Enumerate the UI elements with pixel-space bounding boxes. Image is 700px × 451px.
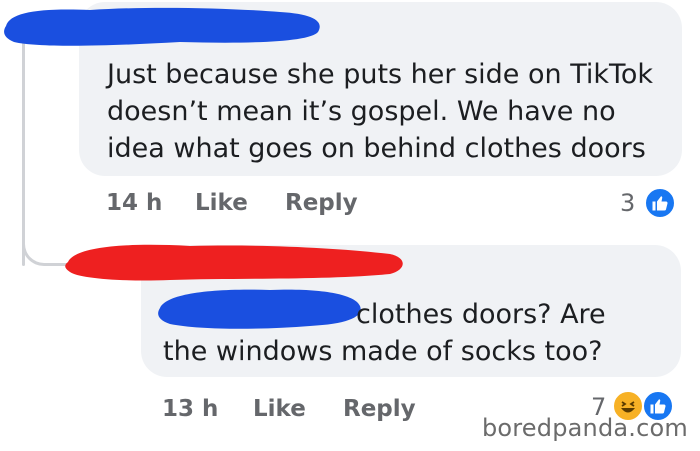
like-icon (644, 187, 676, 219)
comment-text: Just because she puts her side on TikTok… (107, 56, 653, 167)
like-button[interactable]: Like (253, 396, 306, 422)
reply-timestamp[interactable]: 13 h (162, 396, 218, 422)
comment-text-line: doesn’t mean it’s gospel. We have no (107, 96, 616, 127)
reply-button[interactable]: Reply (285, 190, 358, 216)
reaction-count[interactable]: 3 (620, 189, 635, 217)
comment-timestamp[interactable]: 14 h (106, 190, 162, 216)
thread-line (22, 30, 25, 266)
comment-text-line: Just because she puts her side on TikTok (107, 59, 654, 90)
watermark: boredpanda.com (481, 414, 688, 442)
comment-text-line: idea what goes on behind clothes doors (107, 133, 646, 164)
reply-text-line: the windows made of socks too? (163, 336, 603, 367)
reply-button[interactable]: Reply (343, 396, 416, 422)
like-button[interactable]: Like (195, 190, 248, 216)
redacted-author-name (4, 7, 320, 46)
reply-text: clothes doors? Are the windows made of s… (163, 296, 606, 370)
reply-text-line: clothes doors? Are (356, 299, 606, 330)
